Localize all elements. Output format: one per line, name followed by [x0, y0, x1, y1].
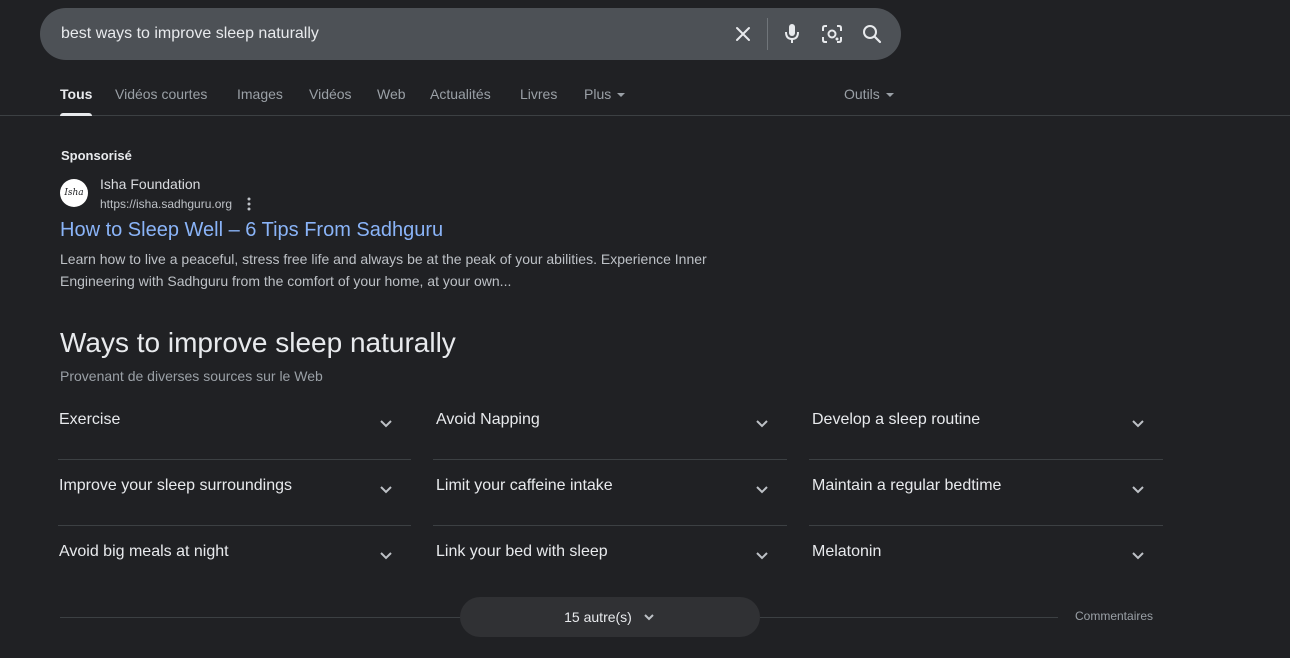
- tab-actualites[interactable]: Actualités: [430, 86, 491, 116]
- search-divider: [767, 18, 768, 50]
- tools-label: Outils: [844, 86, 880, 102]
- tab-tous[interactable]: Tous: [60, 86, 93, 116]
- ad-url[interactable]: https://isha.sadhguru.org: [100, 197, 232, 211]
- chevron-down-icon: [1132, 552, 1144, 560]
- close-icon[interactable]: [731, 22, 755, 46]
- tab-videos-courtes[interactable]: Vidéos courtes: [115, 86, 207, 116]
- accordion-item[interactable]: Avoid Napping: [433, 394, 787, 460]
- search-tabs: Tous Vidéos courtes Images Vidéos Web Ac…: [0, 70, 1290, 116]
- divider: [760, 617, 1058, 618]
- ad-logo-text: Isha: [64, 188, 84, 198]
- feedback-link[interactable]: Commentaires: [1075, 609, 1153, 623]
- section-title: Ways to improve sleep naturally: [60, 327, 456, 358]
- chevron-down-icon: [644, 614, 654, 621]
- chevron-down-icon: [756, 486, 768, 494]
- show-more-button[interactable]: 15 autre(s): [460, 597, 760, 637]
- search-bar[interactable]: best ways to improve sleep naturally: [40, 8, 901, 60]
- accordion-item[interactable]: Limit your caffeine intake: [433, 460, 787, 526]
- accordion-label: Avoid Napping: [436, 411, 540, 428]
- tools-button[interactable]: Outils: [844, 86, 894, 116]
- search-input[interactable]: best ways to improve sleep naturally: [61, 8, 319, 60]
- accordion-label: Maintain a regular bedtime: [812, 477, 1002, 494]
- ad-logo[interactable]: Isha: [60, 179, 88, 207]
- accordion-item[interactable]: Avoid big meals at night: [58, 526, 411, 592]
- accordion-item[interactable]: Develop a sleep routine: [809, 394, 1163, 460]
- tab-web[interactable]: Web: [377, 86, 406, 116]
- accordion-item[interactable]: Exercise: [58, 394, 411, 460]
- accordion-item[interactable]: Link your bed with sleep: [433, 526, 787, 592]
- accordion-label: Melatonin: [812, 543, 882, 560]
- accordion-label: Develop a sleep routine: [812, 411, 981, 428]
- ad-description: Learn how to live a peaceful, stress fre…: [60, 251, 707, 289]
- ad-advertiser-name[interactable]: Isha Foundation: [100, 176, 200, 192]
- chevron-down-icon: [380, 552, 392, 560]
- accordion-label: Limit your caffeine intake: [436, 477, 613, 494]
- more-vert-icon[interactable]: [241, 195, 257, 213]
- caret-down-icon: [885, 93, 894, 98]
- accordion-label: Avoid big meals at night: [59, 543, 229, 560]
- chevron-down-icon: [756, 420, 768, 428]
- caret-down-icon: [617, 93, 626, 98]
- accordion-item[interactable]: Maintain a regular bedtime: [809, 460, 1163, 526]
- accordion-item[interactable]: Improve your sleep surroundings: [58, 460, 411, 526]
- show-more-label: 15 autre(s): [564, 609, 632, 625]
- tab-plus[interactable]: Plus: [584, 86, 626, 116]
- chevron-down-icon: [1132, 486, 1144, 494]
- chevron-down-icon: [380, 420, 392, 428]
- chevron-down-icon: [756, 552, 768, 560]
- chevron-down-icon: [1132, 420, 1144, 428]
- tab-livres[interactable]: Livres: [520, 86, 557, 116]
- tab-images[interactable]: Images: [237, 86, 283, 116]
- microphone-icon[interactable]: [780, 22, 804, 46]
- divider: [60, 617, 460, 618]
- accordion-item[interactable]: Melatonin: [809, 526, 1163, 592]
- section-subtitle: Provenant de diverses sources sur le Web: [60, 368, 323, 384]
- accordion-label: Improve your sleep surroundings: [59, 477, 293, 494]
- tab-plus-label: Plus: [584, 86, 612, 102]
- ad-title-link[interactable]: How to Sleep Well – 6 Tips From Sadhguru: [60, 219, 443, 242]
- tab-videos[interactable]: Vidéos: [309, 86, 352, 116]
- search-icon[interactable]: [860, 22, 884, 46]
- sponsored-label: Sponsorisé: [61, 148, 132, 163]
- chevron-down-icon: [380, 486, 392, 494]
- accordion-label: Link your bed with sleep: [436, 543, 608, 560]
- accordion-label: Exercise: [59, 411, 121, 428]
- lens-icon[interactable]: [820, 22, 844, 46]
